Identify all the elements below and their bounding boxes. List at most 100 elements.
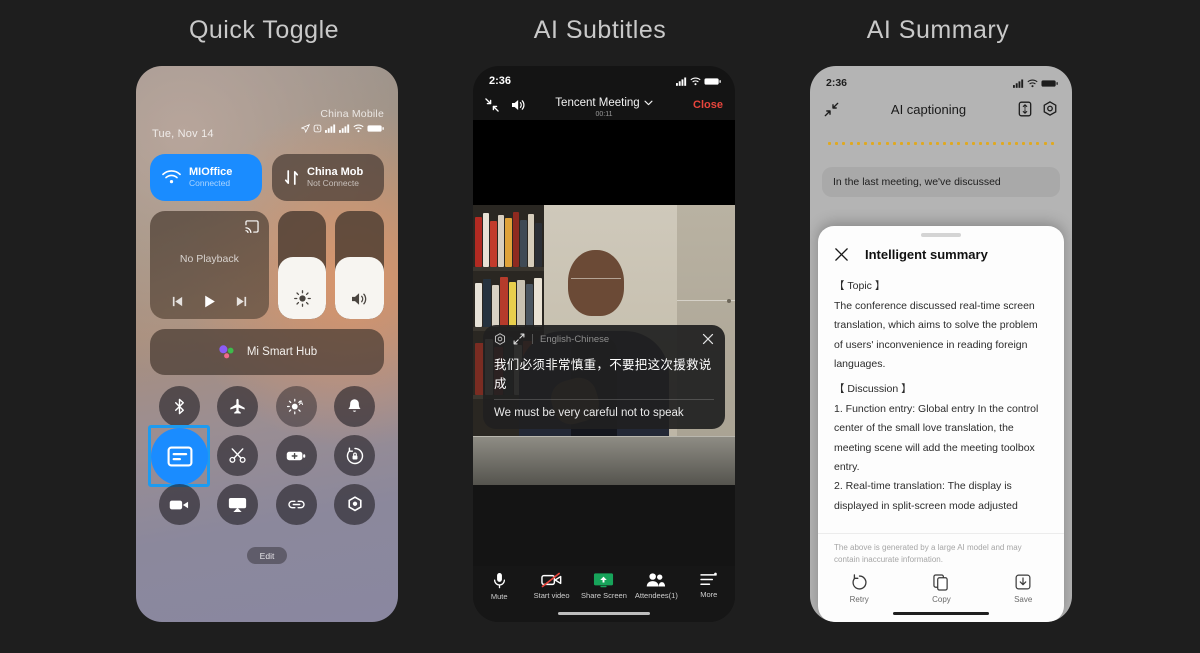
close-icon[interactable] (702, 333, 714, 345)
wifi-tile[interactable]: MIOffice Connected (150, 154, 262, 201)
media-player-card[interactable]: No Playback (150, 211, 269, 319)
toggle-battery-saver[interactable] (275, 435, 317, 476)
mi-smart-hub-label: Mi Smart Hub (246, 346, 318, 358)
toggle-auto-brightness[interactable]: A (275, 386, 317, 427)
toggle-bluetooth[interactable] (158, 386, 200, 427)
subtitle-panel[interactable]: English-Chinese 我们必须非常慎重，不要把这次援救说成 We mu… (483, 325, 725, 429)
close-meeting-button[interactable]: Close (693, 99, 723, 111)
signal-icon-1 (325, 124, 336, 133)
phone-ai-summary: 2:36 AI captioning In the last meeting, … (810, 66, 1072, 622)
retry-label: Retry (849, 595, 869, 604)
subtitle-language-label: English-Chinese (540, 333, 610, 345)
close-icon[interactable] (834, 247, 849, 262)
meeting-nav-bar: Tencent Meeting 00:11 Close (473, 90, 735, 120)
media-row: No Playback (150, 211, 385, 319)
toolbar-more[interactable]: More (684, 572, 734, 599)
copy-icon (933, 574, 949, 591)
toolbar-share-screen-label: Share Screen (581, 591, 627, 600)
link-icon (287, 497, 306, 512)
summary-actions: Retry Copy Save (818, 566, 1064, 610)
mi-smart-hub-card[interactable]: Mi Smart Hub (150, 329, 384, 375)
more-icon (700, 572, 718, 587)
volume-slider[interactable] (335, 211, 385, 319)
settings-hex-icon[interactable] (1042, 101, 1058, 117)
captioning-title: AI captioning (890, 101, 967, 117)
toggle-ai-subtitles[interactable] (151, 427, 209, 485)
wifi-icon (353, 124, 364, 133)
save-button[interactable]: Save (1014, 574, 1032, 604)
toggle-ring-mode[interactable] (334, 386, 376, 427)
copy-label: Copy (932, 595, 951, 604)
highlight-box (148, 424, 211, 487)
toolbar-mute[interactable]: Mute (474, 572, 524, 601)
meeting-video[interactable]: English-Chinese 我们必须非常慎重，不要把这次援救说成 We mu… (473, 205, 735, 485)
date-label: Tue, Nov 14 (152, 128, 214, 140)
toolbar-start-video[interactable]: Start video (527, 572, 577, 600)
panel-title-ai-summary: AI Summary (866, 16, 1010, 44)
edit-button[interactable]: Edit (247, 547, 287, 564)
transcript-icon[interactable] (1018, 101, 1032, 117)
share-screen-icon (593, 572, 614, 588)
phone-ai-subtitles: 2:36 Tencent Meeting 00:11 Close English… (473, 66, 735, 622)
next-icon[interactable] (235, 295, 248, 308)
copy-button[interactable]: Copy (932, 574, 951, 604)
meeting-toolbar: Mute Start video Share Screen Attendees(… (473, 566, 735, 622)
status-bar: 2:36 (810, 66, 1072, 92)
section-label-topic: 【 Topic 】 (834, 280, 886, 292)
toggle-settings[interactable] (334, 484, 376, 525)
mi-hub-icon (217, 342, 237, 362)
mobile-data-tile[interactable]: China Mob Not Connecte (272, 154, 384, 201)
toggle-screen-record[interactable] (158, 484, 200, 525)
intelligent-summary-sheet: Intelligent summary 【 Topic 】 The confer… (818, 226, 1064, 622)
volume-icon (351, 291, 369, 307)
wifi-icon (162, 170, 181, 185)
toggle-grid: A (148, 386, 384, 525)
microphone-icon (492, 572, 507, 589)
captioning-nav-bar: AI captioning (810, 92, 1072, 126)
retry-button[interactable]: Retry (850, 574, 869, 604)
phone-quick-toggle: China Mobile Tue, Nov 14 MIOffice Connec… (136, 66, 398, 622)
retry-icon (851, 574, 868, 591)
toolbar-share-screen[interactable]: Share Screen (579, 572, 629, 600)
airplay-icon (228, 497, 247, 512)
cast-icon[interactable] (245, 220, 259, 233)
carrier-label: China Mobile (320, 108, 384, 120)
section-text-topic: The conference discussed real-time scree… (834, 300, 1038, 371)
chevron-down-icon[interactable] (644, 100, 653, 106)
battery-icon (704, 77, 721, 86)
toolbar-more-label: More (700, 590, 718, 599)
toggle-cast-screen[interactable] (217, 484, 259, 525)
signal-icon-2 (339, 124, 350, 133)
home-indicator (893, 612, 989, 615)
screenshot-stage: Quick Toggle AI Subtitles AI Summary Chi… (0, 0, 1200, 653)
wifi-tile-subtitle: Connected (189, 177, 231, 188)
settings-target-icon[interactable] (494, 333, 506, 345)
bluetooth-icon (172, 398, 187, 415)
toggle-rotation-lock[interactable] (334, 435, 376, 476)
panel-title-ai-subtitles: AI Subtitles (533, 16, 667, 44)
minimize-icon[interactable] (824, 102, 839, 117)
status-time: 2:36 (826, 77, 848, 89)
connectivity-row: MIOffice Connected China Mob Not Connect… (150, 154, 384, 201)
toggle-link[interactable] (275, 484, 317, 525)
speaker-icon[interactable] (511, 98, 527, 112)
mobile-data-subtitle: Not Connecte (307, 177, 359, 188)
bell-icon (347, 398, 362, 415)
toolbar-attendees[interactable]: Attendees(1) (631, 572, 681, 600)
video-camera-icon (169, 498, 189, 512)
play-icon[interactable] (202, 294, 217, 309)
section-text-discussion: 1. Function entry: Global entry In the c… (834, 402, 1039, 512)
toggle-screenshot-cut[interactable] (217, 435, 259, 476)
minimize-icon[interactable] (485, 98, 499, 112)
toggle-airplane-mode[interactable] (217, 386, 259, 427)
location-icon (301, 124, 310, 133)
brightness-slider[interactable] (277, 211, 327, 319)
progress-dots (810, 126, 1072, 145)
signal-icon (1013, 78, 1024, 88)
status-bar: China Mobile (301, 108, 384, 133)
resize-icon[interactable] (513, 333, 525, 345)
wifi-icon (1027, 79, 1038, 88)
summary-body: 【 Topic 】 The conference discussed real-… (818, 268, 1064, 527)
previous-icon[interactable] (171, 295, 184, 308)
control-center-grid: MIOffice Connected China Mob Not Connect… (148, 154, 385, 564)
